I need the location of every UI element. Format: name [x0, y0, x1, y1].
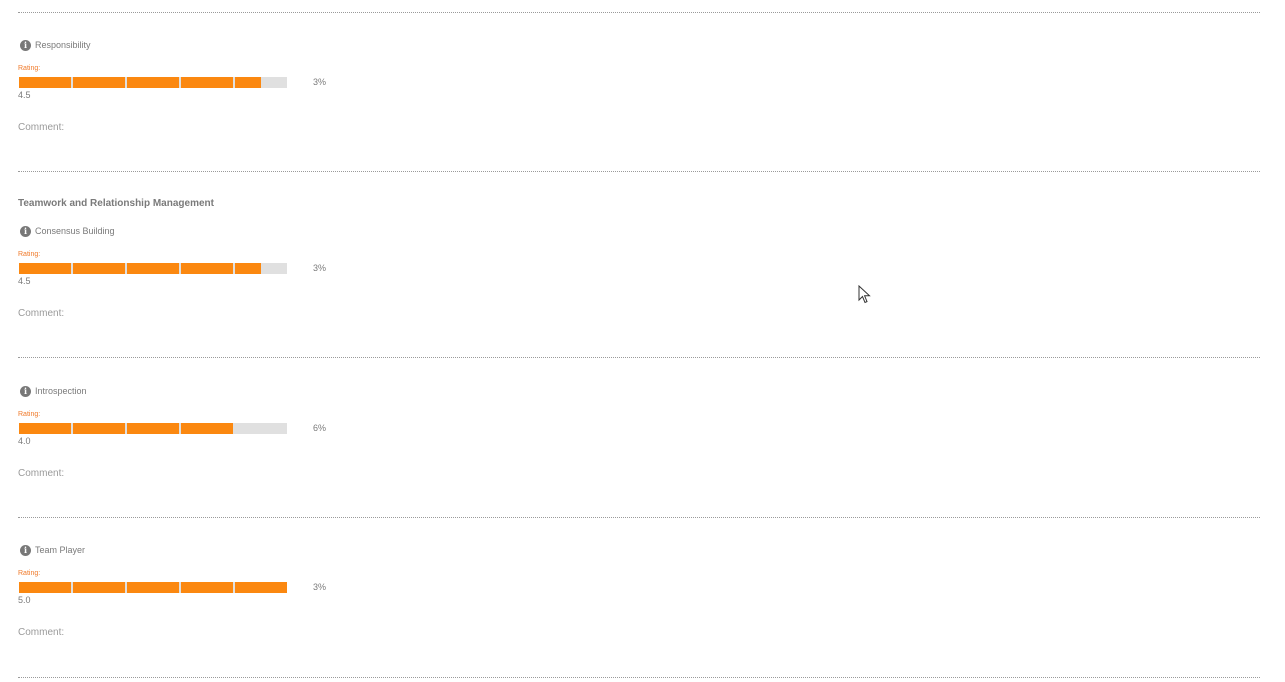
rating-segment [181, 77, 233, 88]
rating-bar[interactable] [19, 263, 287, 274]
rating-value: 5.0 [18, 595, 31, 605]
competency-consensus-building: i Consensus Building Rating: 3% 4.5 Comm… [18, 225, 438, 345]
section-divider [18, 677, 1260, 678]
info-icon[interactable]: i [20, 544, 31, 556]
rating-label: Rating: [18, 570, 41, 577]
section-title: Teamwork and Relationship Management [18, 198, 214, 209]
rating-bar[interactable] [19, 77, 287, 88]
comment-label: Comment: [18, 468, 65, 479]
competency-introspection: i Introspection Rating: 6% 4.0 Comment: [18, 385, 438, 505]
rating-bar[interactable] [19, 582, 287, 593]
rating-percent: 6% [313, 423, 327, 433]
rating-bar[interactable] [19, 423, 287, 434]
rating-value: 4.0 [18, 436, 31, 446]
rating-percent: 3% [313, 77, 327, 87]
rating-segment [19, 582, 71, 593]
arrow-cursor-icon [858, 285, 871, 304]
section-divider [18, 517, 1260, 518]
rating-segment [19, 263, 71, 274]
rating-segment [73, 263, 125, 274]
rating-segment [73, 77, 125, 88]
rating-segment [235, 582, 287, 593]
rating-label: Rating: [18, 411, 41, 418]
competency-header: i Responsibility [20, 39, 91, 51]
competency-header: i Consensus Building [20, 225, 115, 237]
rating-segment [235, 77, 261, 88]
competency-header: i Team Player [20, 544, 85, 556]
rating-segment [127, 423, 179, 434]
competency-header: i Introspection [20, 385, 87, 397]
competency-responsibility: i Responsibility Rating: 3% 4.5 Comment: [18, 39, 438, 159]
rating-segment [181, 263, 233, 274]
rating-value: 4.5 [18, 276, 31, 286]
comment-label: Comment: [18, 308, 65, 319]
section-divider [18, 12, 1260, 13]
section-divider [18, 357, 1260, 358]
info-icon[interactable]: i [20, 385, 31, 397]
competency-name: Team Player [35, 545, 86, 555]
rating-segment [19, 77, 71, 88]
competency-name: Introspection [35, 386, 87, 396]
info-icon[interactable]: i [20, 225, 31, 237]
section-divider [18, 171, 1260, 172]
rating-segment [127, 77, 179, 88]
rating-percent: 3% [313, 263, 327, 273]
competency-name: Responsibility [35, 40, 91, 50]
info-icon[interactable]: i [20, 39, 31, 51]
rating-segment [73, 423, 125, 434]
rating-segment [181, 423, 233, 434]
rating-segment [127, 582, 179, 593]
competency-name: Consensus Building [35, 226, 115, 236]
comment-label: Comment: [18, 122, 65, 133]
rating-label: Rating: [18, 251, 41, 258]
rating-segment [181, 582, 233, 593]
rating-segment [235, 263, 261, 274]
rating-segment [73, 582, 125, 593]
rating-label: Rating: [18, 65, 41, 72]
comment-label: Comment: [18, 627, 65, 638]
rating-segment [127, 263, 179, 274]
rating-segment [19, 423, 71, 434]
competency-team-player: i Team Player Rating: 3% 5.0 Comment: [18, 544, 438, 664]
rating-percent: 3% [313, 582, 327, 592]
rating-value: 4.5 [18, 90, 31, 100]
